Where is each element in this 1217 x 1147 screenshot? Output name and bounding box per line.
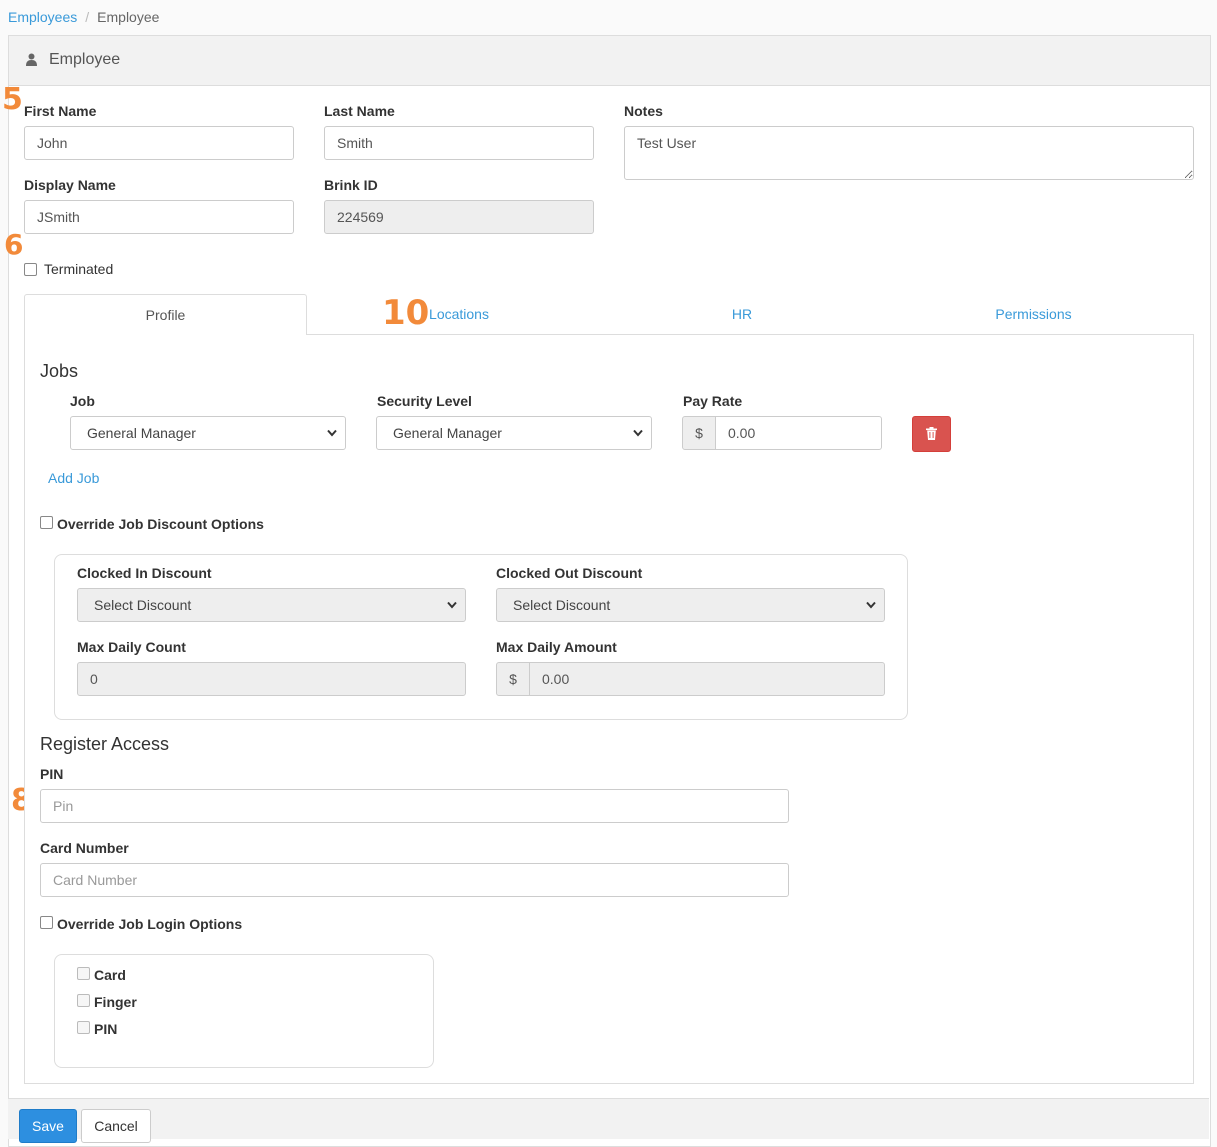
display-name-input[interactable]: JSmith [24,200,294,234]
clocked-out-discount-label: Clocked Out Discount [496,565,643,581]
breadcrumb: Employees / Employee [8,9,159,25]
annotation-6: 6 [4,228,24,261]
security-level-value: General Manager [393,425,502,441]
card-option-label: Card [94,967,126,983]
clocked-out-discount-select[interactable]: Select Discount [496,588,885,622]
save-button[interactable]: Save [19,1109,77,1143]
tab-permissions[interactable]: Permissions [873,294,1194,334]
security-level-select[interactable]: General Manager [376,416,652,450]
jobs-heading: Jobs [40,361,79,381]
job-label: Job [70,393,95,409]
chevron-down-icon [447,601,457,609]
first-name-label: First Name [24,103,97,119]
breadcrumb-employees-link[interactable]: Employees [8,9,77,25]
clocked-in-discount-select[interactable]: Select Discount [77,588,466,622]
breadcrumb-separator: / [85,9,90,25]
max-daily-amount-input[interactable]: 0.00 [529,662,885,696]
max-daily-count-input[interactable]: 0 [77,662,466,696]
chevron-down-icon [866,601,876,609]
chevron-down-icon [327,429,337,437]
security-level-label: Security Level [377,393,472,409]
override-discount-label: Override Job Discount Options [57,516,264,532]
annotation-5: 5 [2,82,23,117]
brink-id-label: Brink ID [324,177,378,193]
tab-profile[interactable]: Profile [24,294,307,336]
finger-option-label: Finger [94,994,137,1010]
pin-option-label: PIN [94,1021,118,1037]
notes-label: Notes [624,103,663,119]
chevron-down-icon [633,429,643,437]
max-daily-amount-label: Max Daily Amount [496,639,617,655]
pin-label: PIN [40,766,64,782]
pay-rate-input[interactable]: 0.00 [715,416,882,450]
override-login-checkbox[interactable] [40,916,53,929]
first-name-input[interactable]: John [24,126,294,160]
max-daily-count-label: Max Daily Count [77,639,186,655]
finger-option-checkbox[interactable] [77,994,90,1007]
cancel-button[interactable]: Cancel [81,1109,151,1143]
card-option-checkbox[interactable] [77,967,90,980]
pay-rate-label: Pay Rate [683,393,743,409]
tab-locations[interactable]: Locations [307,294,611,334]
clocked-in-discount-value: Select Discount [94,597,192,613]
delete-job-button[interactable] [912,416,951,452]
register-access-heading: Register Access [40,734,170,754]
max-daily-amount-currency-addon: $ [496,662,530,696]
card-number-input[interactable] [40,863,789,897]
clocked-out-discount-value: Select Discount [513,597,611,613]
panel-header: Employee [9,36,1210,86]
pin-input[interactable] [40,789,789,823]
override-discount-checkbox[interactable] [40,516,53,529]
terminated-checkbox[interactable] [24,263,37,276]
pin-option-checkbox[interactable] [77,1021,90,1034]
override-login-label: Override Job Login Options [57,916,243,932]
display-name-label: Display Name [24,177,116,193]
clocked-in-discount-label: Clocked In Discount [77,565,212,581]
panel-title: Employee [49,51,121,68]
tab-hr[interactable]: HR [611,294,873,334]
trash-icon [926,427,937,440]
job-select-value: General Manager [87,425,196,441]
job-select[interactable]: General Manager [70,416,346,450]
user-icon [26,53,37,66]
panel-footer [8,1098,1209,1139]
card-number-label: Card Number [40,840,129,856]
last-name-label: Last Name [324,103,395,119]
terminated-label: Terminated [44,261,114,277]
notes-textarea[interactable]: Test User [624,126,1194,180]
add-job-link[interactable]: Add Job [48,470,99,486]
last-name-input[interactable]: Smith [324,126,594,160]
pay-rate-currency-addon: $ [682,416,716,450]
brink-id-input: 224569 [324,200,594,234]
breadcrumb-current: Employee [97,9,160,25]
